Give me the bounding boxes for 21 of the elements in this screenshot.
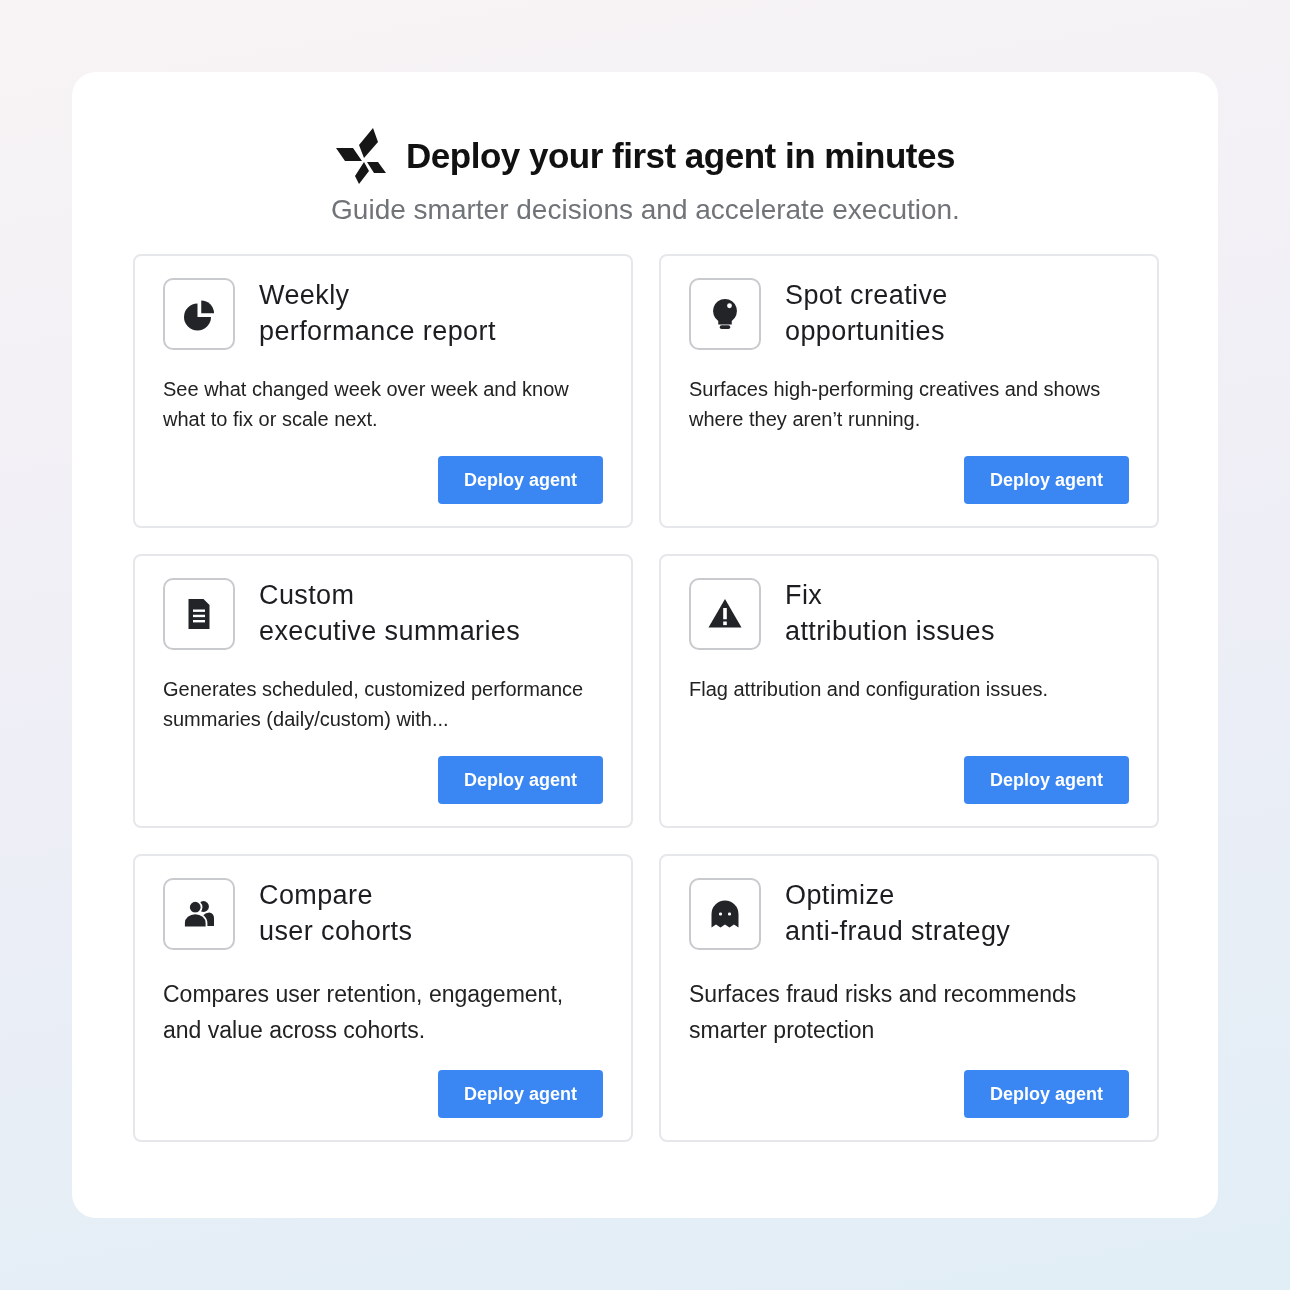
deploy-button[interactable]: Deploy agent — [964, 1070, 1129, 1118]
page-subtitle: Guide smarter decisions and accelerate execution. — [331, 194, 960, 226]
card-title: Spot creative opportunities — [785, 279, 948, 348]
deploy-button[interactable]: Deploy agent — [438, 756, 603, 804]
card-title: Weekly performance report — [259, 279, 496, 348]
deploy-button[interactable]: Deploy agent — [964, 756, 1129, 804]
card-description: Surfaces fraud risks and recommends smarter protection — [689, 980, 1078, 1045]
card-description: Compares user retention, engagement, and value across cohorts. — [163, 980, 565, 1045]
card-description: Generates scheduled, customized performance summaries (daily/custom) with... — [163, 677, 585, 732]
page-title: Deploy your first agent in minutes — [406, 136, 955, 176]
card-title: Optimize anti-fraud strategy — [785, 879, 1011, 948]
card-description: Surfaces high-performing creatives and shows where they aren’t running. — [689, 377, 1102, 432]
deploy-button[interactable]: Deploy agent — [964, 456, 1129, 504]
deploy-button[interactable]: Deploy agent — [438, 456, 603, 504]
card-description: Flag attribution and configuration issues. — [689, 677, 1050, 702]
card-description: See what changed week over week and know what to fix or scale next. — [163, 377, 570, 432]
logo-icon — [336, 128, 389, 184]
deploy-button[interactable]: Deploy agent — [438, 1070, 603, 1118]
card-title: Compare user cohorts — [259, 879, 413, 948]
card-title: Fix attribution issues — [785, 579, 995, 648]
card-title: Custom executive summaries — [259, 579, 521, 648]
